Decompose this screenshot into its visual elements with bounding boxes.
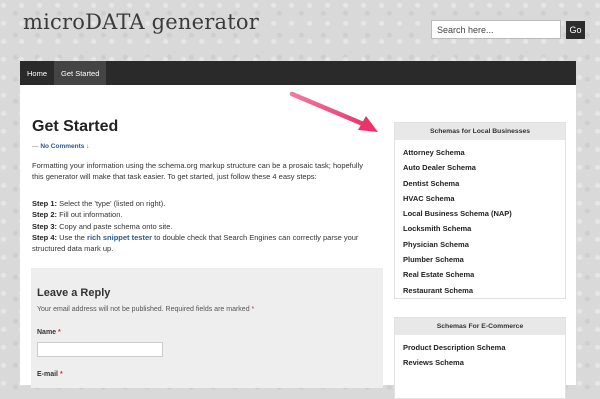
search-input[interactable]	[431, 20, 561, 39]
steps-list: Step 1: Select the 'type' (listed on rig…	[32, 198, 382, 254]
nav-item-get-started[interactable]: Get Started	[54, 61, 107, 85]
search-bar: Go	[431, 20, 585, 39]
sidebar-local-businesses: Schemas for Local Businesses Attorney Sc…	[394, 122, 566, 299]
post-meta: — No Comments ↓	[32, 143, 89, 150]
sidebar-item-hvac[interactable]: HVAC Schema	[403, 191, 565, 206]
sidebar-local-title: Schemas for Local Businesses	[395, 123, 565, 140]
sidebar-item-physician[interactable]: Physician Schema	[403, 237, 565, 252]
step-1: Step 1: Select the 'type' (listed on rig…	[32, 198, 382, 209]
step-text: Fill out information.	[57, 210, 123, 220]
nav-item-home[interactable]: Home	[20, 61, 54, 85]
sidebar-item-auto-dealer[interactable]: Auto Dealer Schema	[403, 160, 565, 175]
sidebar-item-local-business[interactable]: Local Business Schema (NAP)	[403, 206, 565, 221]
step-text: Copy and paste schema onto site.	[57, 221, 173, 231]
required-mark: *	[58, 329, 61, 336]
step-2: Step 2: Fill out information.	[32, 209, 382, 220]
name-label: Name *	[37, 329, 61, 336]
site-title[interactable]: microDATA generator	[23, 10, 259, 34]
step-label: Step 1:	[32, 199, 58, 208]
main-navigation: Home Get Started	[20, 61, 576, 85]
sidebar-ecommerce-title: Schemas For E-Commerce	[395, 318, 565, 335]
sidebar-item-dentist[interactable]: Dentist Schema	[403, 176, 565, 191]
email-label-text: E-mail	[37, 371, 60, 378]
step-label: Step 4:	[32, 232, 58, 242]
page-title: Get Started	[32, 118, 119, 135]
reply-note-text: Your email address will not be published…	[37, 306, 252, 313]
pointer-arrow-icon	[289, 91, 378, 132]
required-mark: *	[59, 371, 63, 378]
sidebar-ecommerce-list: Product Description Schema Reviews Schem…	[395, 335, 565, 371]
sidebar-item-attorney[interactable]: Attorney Schema	[403, 145, 565, 160]
sidebar-item-locksmith[interactable]: Locksmith Schema	[403, 221, 565, 236]
reply-note: Your email address will not be published…	[37, 306, 254, 313]
step-label: Step 3:	[32, 221, 58, 231]
sidebar-item-restaurant[interactable]: Restaurant Schema	[403, 283, 565, 298]
search-go-button[interactable]: Go	[566, 20, 585, 39]
name-label-text: Name	[37, 329, 59, 336]
name-field[interactable]	[37, 342, 163, 357]
rich-snippet-tester-link[interactable]: rich snippet tester	[87, 233, 152, 242]
step-text: Use the	[57, 232, 88, 242]
intro-paragraph: Formatting your information using the sc…	[32, 161, 363, 181]
step-3: Step 3: Copy and paste schema onto site.	[32, 221, 382, 232]
email-label: E-mail *	[37, 371, 63, 378]
sidebar-local-list: Attorney Schema Auto Dealer Schema Denti…	[395, 140, 565, 298]
comments-link[interactable]: No Comments ↓	[40, 143, 89, 150]
reply-title: Leave a Reply	[37, 287, 111, 299]
sidebar-item-plumber[interactable]: Plumber Schema	[403, 252, 565, 267]
sidebar-item-real-estate[interactable]: Real Estate Schema	[403, 267, 565, 282]
sidebar-item-reviews[interactable]: Reviews Schema	[403, 355, 565, 370]
step-label: Step 2:	[32, 210, 58, 220]
required-mark: *	[251, 306, 255, 313]
sidebar-ecommerce: Schemas For E-Commerce Product Descripti…	[394, 317, 566, 399]
step-text: Select the 'type' (listed on right).	[57, 199, 166, 208]
sidebar-item-product-description[interactable]: Product Description Schema	[403, 340, 565, 355]
step-4: Step 4: Use the rich snippet tester to d…	[32, 232, 382, 255]
comment-form: Leave a Reply Your email address will no…	[31, 268, 383, 388]
